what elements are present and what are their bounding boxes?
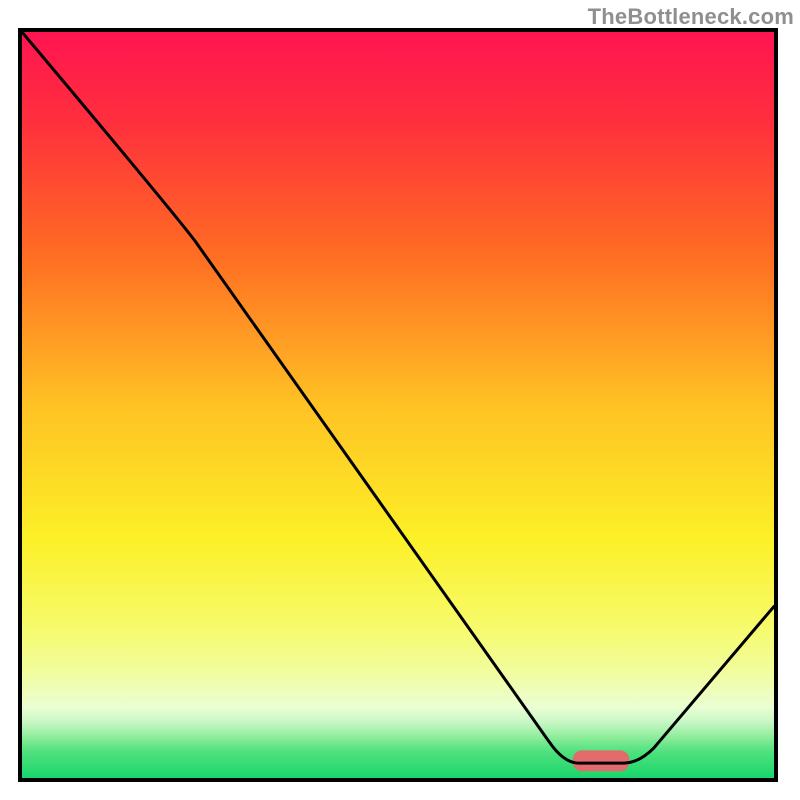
chart-svg <box>22 32 774 778</box>
optimal-region-marker <box>573 750 629 771</box>
watermark-label: TheBottleneck.com <box>588 4 794 30</box>
chart-background <box>22 32 774 778</box>
chart-frame <box>18 28 778 782</box>
